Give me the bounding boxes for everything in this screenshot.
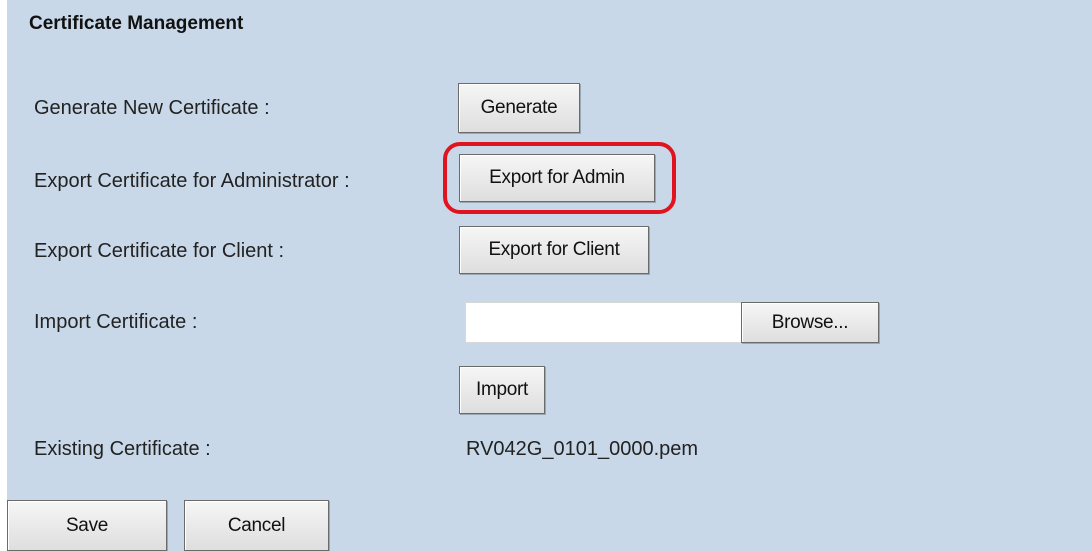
cancel-button[interactable]: Cancel — [184, 500, 329, 551]
export-for-client-button[interactable]: Export for Client — [459, 226, 649, 274]
certificate-management-panel: Certificate Management Generate New Cert… — [7, 0, 1092, 551]
existing-certificate-filename: RV042G_0101_0000.pem — [466, 438, 699, 460]
generate-certificate-label: Generate New Certificate : — [34, 97, 270, 119]
import-certificate-label: Import Certificate : — [34, 311, 198, 333]
existing-certificate-label: Existing Certificate : — [34, 438, 211, 460]
browse-button[interactable]: Browse... — [741, 302, 879, 343]
export-admin-label: Export Certificate for Administrator : — [34, 170, 350, 192]
export-for-admin-button[interactable]: Export for Admin — [459, 154, 655, 202]
import-button[interactable]: Import — [459, 366, 545, 414]
section-title: Certificate Management — [29, 13, 244, 34]
export-client-label: Export Certificate for Client : — [34, 240, 285, 262]
save-button[interactable]: Save — [7, 500, 167, 551]
generate-button[interactable]: Generate — [458, 83, 580, 133]
certificate-file-input[interactable] — [465, 302, 745, 343]
